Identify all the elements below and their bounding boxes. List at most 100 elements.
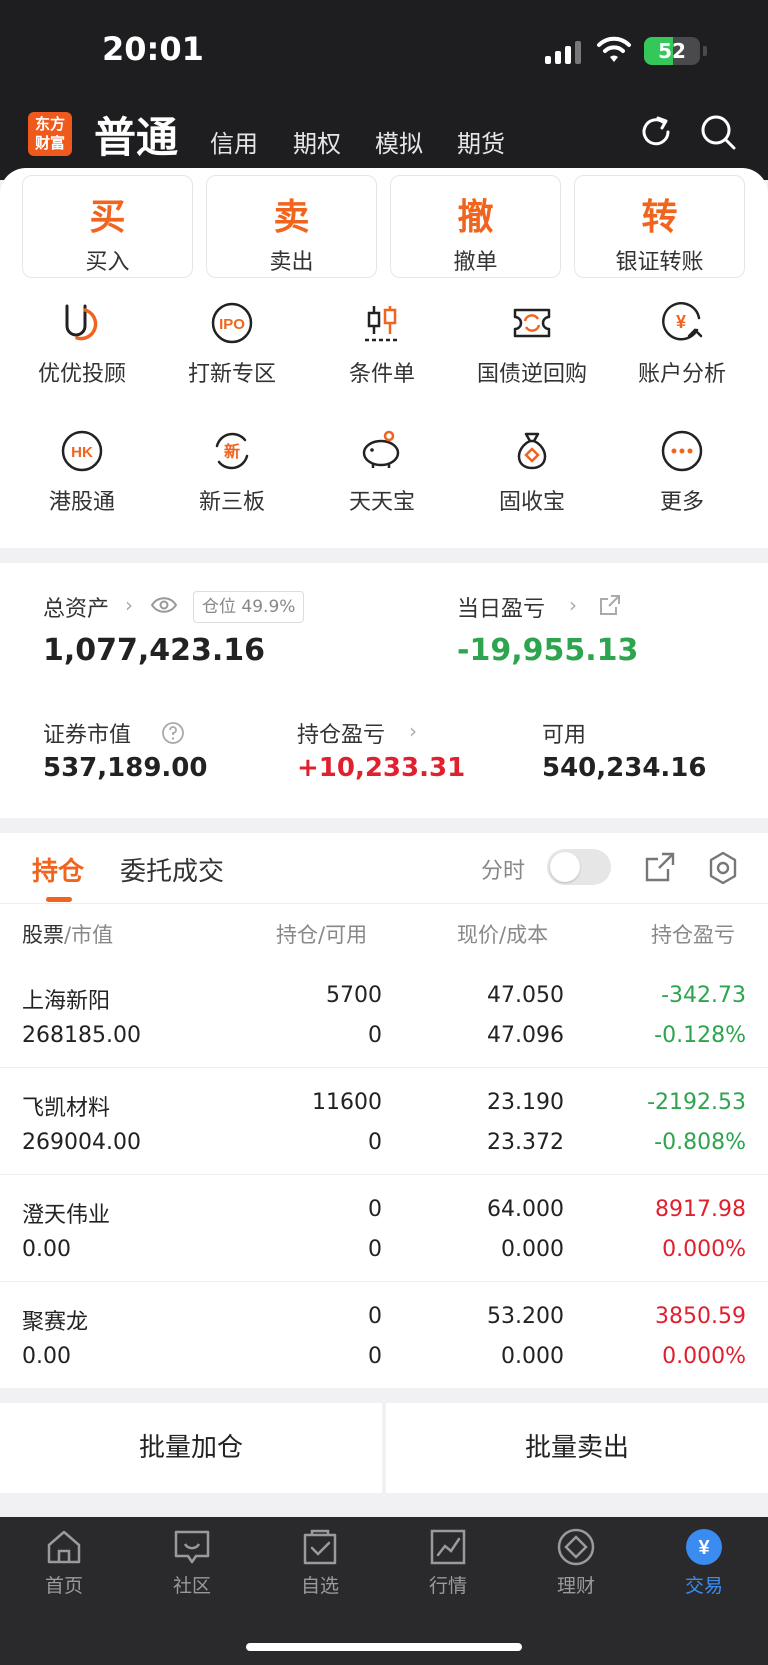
grid-item-advisor[interactable]: 优优投顾 <box>7 300 157 388</box>
stock-available: 0 <box>368 1344 382 1369</box>
tab-orders[interactable]: 委托成交 <box>120 851 224 888</box>
refresh-icon[interactable] <box>636 112 676 152</box>
money-bag-icon <box>517 432 547 470</box>
grid-item-hk-connect[interactable]: HK 港股通 <box>7 428 157 516</box>
grid-item-reverse-repo[interactable]: 国债逆回购 <box>457 300 607 388</box>
wifi-icon <box>597 36 631 62</box>
quick-actions-card: 买 买入 卖 卖出 撤 撤单 转 银证转账 优优投顾 IPO 打新专区 条件单 … <box>0 168 768 548</box>
grid-item-account-analysis[interactable]: ¥ 账户分析 <box>607 300 757 388</box>
nav-label: 自选 <box>300 1575 339 1597</box>
tab-normal[interactable]: 普通 <box>94 104 178 165</box>
tab-credit[interactable]: 信用 <box>210 124 258 159</box>
stock-pl: 3850.59 <box>655 1304 746 1329</box>
eye-icon[interactable] <box>150 595 178 615</box>
grid-label: 打新专区 <box>187 362 276 387</box>
grid-item-tiantianbao[interactable]: 天天宝 <box>307 428 457 516</box>
stock-pl: -2192.53 <box>647 1090 746 1115</box>
wealth-icon <box>557 1528 595 1566</box>
stock-price: 64.000 <box>487 1197 564 1222</box>
intraday-toggle[interactable] <box>547 849 611 885</box>
position-ratio-badge: 仓位 49.9% <box>193 591 305 623</box>
community-icon <box>174 1530 210 1564</box>
nav-home[interactable]: 首页 <box>14 1527 114 1598</box>
available-value: 540,234.16 <box>542 753 707 783</box>
bank-transfer-button[interactable]: 转 银证转账 <box>574 175 745 278</box>
nav-label: 首页 <box>44 1575 83 1597</box>
home-indicator <box>246 1643 522 1651</box>
cancel-glyph: 撤 <box>457 197 494 238</box>
nav-market[interactable]: 行情 <box>398 1527 498 1598</box>
available-label: 可用 <box>542 723 587 748</box>
col-header-price-label: 现价 <box>457 923 499 947</box>
grid-label: 港股通 <box>48 490 115 515</box>
sell-glyph: 卖 <box>273 197 310 238</box>
ipo-icon: IPO <box>211 302 253 344</box>
external-link-icon[interactable] <box>644 851 676 883</box>
svg-text:¥: ¥ <box>698 1537 710 1559</box>
search-icon[interactable] <box>698 112 738 152</box>
grid-item-ipo[interactable]: IPO 打新专区 <box>157 300 307 388</box>
col-header-holding[interactable]: 持仓/可用 <box>276 919 367 949</box>
yuan-analysis-icon: ¥ <box>662 301 703 341</box>
asset-summary: 总资产 › 仓位 49.9% 1,077,423.16 当日盈亏 › -19,9… <box>0 563 768 818</box>
stock-name: 澄天伟业 <box>22 1203 111 1228</box>
battery-icon: 52 <box>644 37 700 65</box>
total-assets-value: 1,077,423.16 <box>43 633 266 668</box>
divider <box>0 1174 768 1175</box>
svg-text:HK: HK <box>71 444 93 461</box>
tab-positions[interactable]: 持仓 <box>32 851 84 888</box>
grid-label: 账户分析 <box>637 362 726 387</box>
grid-label: 优优投顾 <box>37 362 126 387</box>
col-header-price[interactable]: 现价/成本 <box>457 919 548 949</box>
home-icon <box>47 1530 81 1564</box>
nav-label: 社区 <box>172 1575 211 1597</box>
grid-label: 更多 <box>659 490 704 515</box>
divider <box>0 1067 768 1068</box>
battery-cap <box>703 46 707 56</box>
nav-watchlist[interactable]: 自选 <box>270 1527 370 1598</box>
gear-icon[interactable] <box>706 851 740 885</box>
nav-community[interactable]: 社区 <box>142 1527 242 1598</box>
stock-available: 0 <box>368 1130 382 1155</box>
grid-label: 固收宝 <box>498 490 565 515</box>
svg-text:IPO: IPO <box>219 316 245 333</box>
share-icon[interactable] <box>599 594 621 616</box>
cancel-order-button[interactable]: 撤 撤单 <box>390 175 561 278</box>
more-icon <box>661 430 703 472</box>
toggle-knob <box>550 852 580 882</box>
batch-sell-button[interactable]: 批量卖出 <box>386 1403 768 1493</box>
market-value-label: 证券市值 <box>43 723 132 748</box>
grid-item-neeq[interactable]: 新 新三板 <box>157 428 307 516</box>
col-header-stock-label: 股票 <box>22 923 64 947</box>
col-header-holding-pl[interactable]: 持仓盈亏 <box>651 919 743 949</box>
grid-item-guishoubao[interactable]: 固收宝 <box>457 428 607 516</box>
nav-wealth[interactable]: 理财 <box>526 1527 626 1598</box>
grid-label: 条件单 <box>348 362 415 387</box>
grid-item-conditional-order[interactable]: 条件单 <box>307 300 457 388</box>
market-value: 537,189.00 <box>43 753 208 783</box>
buy-button[interactable]: 买 买入 <box>22 175 193 278</box>
daily-pl-label[interactable]: 当日盈亏 <box>457 591 545 623</box>
grid-label: 天天宝 <box>348 490 415 515</box>
piggy-bank-icon <box>362 430 400 468</box>
tab-options[interactable]: 期权 <box>293 124 341 159</box>
stock-market-value: 0.00 <box>22 1237 71 1262</box>
grid-item-more[interactable]: 更多 <box>607 428 757 516</box>
candlestick-icon <box>365 306 399 342</box>
col-header-holding-label: 持仓 <box>276 923 318 947</box>
status-bar: 20:01 52 <box>0 0 768 100</box>
nav-trade[interactable]: ¥ 交易 <box>654 1527 754 1598</box>
batch-add-button[interactable]: 批量加仓 <box>0 1403 382 1493</box>
tab-simulation[interactable]: 模拟 <box>375 124 423 159</box>
help-icon[interactable] <box>161 721 185 745</box>
stock-price: 23.190 <box>487 1090 564 1115</box>
total-assets-label[interactable]: 总资产 <box>43 591 109 623</box>
buy-glyph: 买 <box>89 197 126 238</box>
sell-button[interactable]: 卖 卖出 <box>206 175 377 278</box>
stock-market-value: 268185.00 <box>22 1023 141 1048</box>
holding-pl-label[interactable]: 持仓盈亏 <box>297 717 385 749</box>
tab-futures[interactable]: 期货 <box>457 124 505 159</box>
svg-text:新: 新 <box>224 442 240 461</box>
stock-pl: 8917.98 <box>655 1197 746 1222</box>
col-header-stock[interactable]: 股票/市值 <box>22 919 113 949</box>
